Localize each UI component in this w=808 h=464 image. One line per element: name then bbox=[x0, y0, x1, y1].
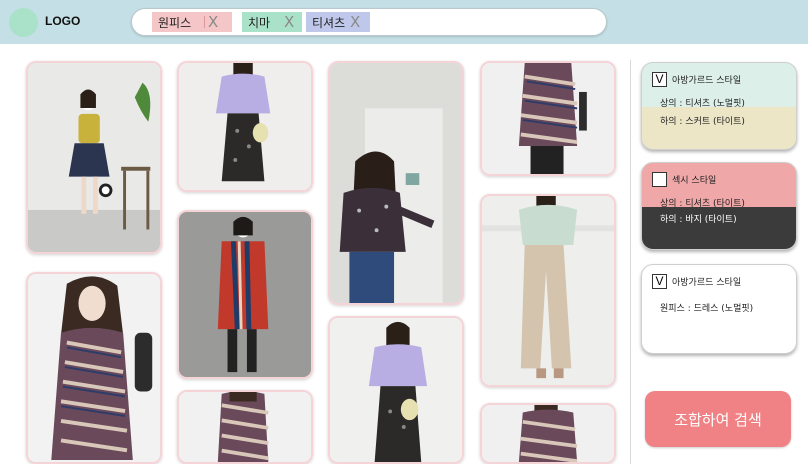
outfit-photo[interactable] bbox=[328, 316, 464, 464]
filter-chip-label: 원피스 bbox=[158, 15, 192, 30]
filter-chip-label: 치마 bbox=[248, 15, 271, 30]
style-title: 아방가르드 스타일 bbox=[672, 76, 742, 86]
outfit-photo[interactable] bbox=[177, 61, 313, 192]
outfit-photo[interactable] bbox=[480, 194, 616, 387]
outfit-photo[interactable] bbox=[480, 61, 616, 176]
style-top-line: 상의 : 티셔츠 (노멀핏) bbox=[660, 99, 745, 109]
style-card-sexy[interactable]: 섹시 스타일 상의 : 티셔츠 (타이트) 하의 : 바지 (타이트) bbox=[641, 162, 797, 250]
panel-divider bbox=[630, 60, 631, 464]
remove-chip-icon[interactable]: X bbox=[350, 12, 360, 32]
logo-icon[interactable] bbox=[9, 8, 38, 37]
style-title: 섹시 스타일 bbox=[672, 176, 717, 186]
combine-search-button[interactable]: 조합하여 검색 bbox=[645, 391, 791, 447]
filter-chip-onepiece: 원피스 X bbox=[152, 12, 232, 32]
style-bottom-line: 하의 : 바지 (타이트) bbox=[660, 215, 737, 225]
style-checkbox[interactable]: V bbox=[652, 72, 667, 87]
style-checkbox[interactable] bbox=[652, 172, 667, 187]
style-title: 아방가르드 스타일 bbox=[672, 278, 742, 288]
style-card-avantgarde-2[interactable]: V 아방가르드 스타일 원피스 : 드레스 (노멀핏) bbox=[641, 264, 797, 354]
filter-chip-tshirt: 티셔츠 X bbox=[306, 12, 370, 32]
logo-text[interactable]: LOGO bbox=[45, 14, 80, 28]
style-bottom-line: 하의 : 스커트 (타이트) bbox=[660, 117, 745, 127]
filter-chip-skirt: 치마 X bbox=[242, 12, 302, 32]
filter-chip-label: 티셔츠 bbox=[312, 15, 346, 30]
style-checkbox[interactable]: V bbox=[652, 274, 667, 289]
outfit-photo[interactable] bbox=[26, 61, 162, 254]
style-onepiece-line: 원피스 : 드레스 (노멀핏) bbox=[660, 304, 754, 314]
outfit-photo[interactable] bbox=[26, 272, 162, 464]
top-bar: LOGO 원피스 X 치마 X 티셔츠 X bbox=[0, 0, 808, 44]
outfit-photo[interactable] bbox=[328, 61, 464, 305]
style-top-line: 상의 : 티셔츠 (타이트) bbox=[660, 199, 745, 209]
outfit-photo[interactable] bbox=[177, 390, 313, 464]
remove-chip-icon[interactable]: X bbox=[208, 12, 218, 32]
remove-chip-icon[interactable]: X bbox=[284, 12, 294, 32]
chip-separator bbox=[204, 16, 205, 28]
outfit-photo[interactable] bbox=[177, 210, 313, 379]
filter-search-bar[interactable]: 원피스 X 치마 X 티셔츠 X bbox=[131, 8, 607, 36]
outfit-photo[interactable] bbox=[480, 403, 616, 464]
style-card-avantgarde-1[interactable]: V 아방가르드 스타일 상의 : 티셔츠 (노멀핏) 하의 : 스커트 (타이트… bbox=[641, 62, 797, 150]
